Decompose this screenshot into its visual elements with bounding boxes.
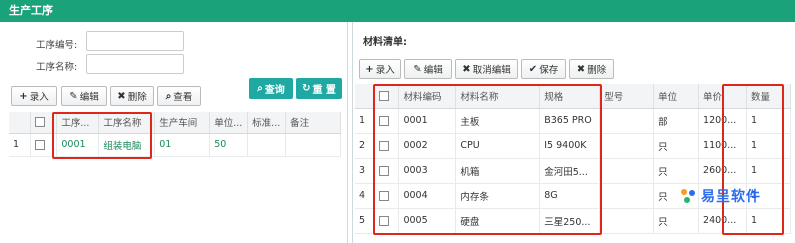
- search-icon: ⌕: [165, 90, 172, 102]
- col-unit[interactable]: 单位: [653, 84, 700, 109]
- col-material-code[interactable]: 材料编码: [398, 84, 457, 109]
- table-row[interactable]: 5 0005 硬盘 三星250... 只 2400... 1: [355, 208, 791, 234]
- watermark: 易呈软件: [679, 186, 761, 206]
- watermark-text: 易呈软件: [701, 189, 761, 205]
- table-row[interactable]: 1 0001 主板 B365 PRO 部 1200... 1: [355, 108, 791, 134]
- row-checkbox[interactable]: [379, 165, 390, 176]
- materials-panel: 材料清单: + 录入 ✎ 编辑 ✖ 取消编辑 ✔ 保存 ✖ 删除 材料编码 材料名称 规格…: [353, 22, 795, 243]
- col-spec[interactable]: 规格: [539, 84, 601, 109]
- cell-standard: [247, 133, 287, 157]
- cancel-edit-button[interactable]: ✖ 取消编辑: [455, 59, 518, 79]
- check-icon: ✔: [528, 63, 538, 75]
- reset-button[interactable]: ↻ 重 置: [296, 78, 342, 99]
- col-process-name[interactable]: 工序名称: [98, 112, 156, 134]
- table-row[interactable]: 3 0003 机箱 金河田5... 只 2600... 1: [355, 158, 791, 184]
- process-table: 工序... 工序名称 生产车间 单位... 标准... 备注 1 0001 组装…: [9, 112, 341, 157]
- edit-icon: ✎: [413, 63, 422, 75]
- select-all-checkbox[interactable]: [379, 90, 390, 101]
- plus-icon: +: [365, 63, 374, 75]
- col-qty[interactable]: 数量: [746, 84, 791, 109]
- view-button[interactable]: ⌕ 查看: [157, 86, 201, 106]
- select-all-checkbox[interactable]: [35, 117, 46, 128]
- table-row[interactable]: 2 0002 CPU I5 9400K 只 1100... 1: [355, 133, 791, 159]
- close-icon: ✖: [576, 63, 586, 75]
- save-button[interactable]: ✔ 保存: [521, 59, 566, 79]
- col-price[interactable]: 单价: [698, 84, 747, 109]
- row-checkbox[interactable]: [379, 215, 390, 226]
- process-name-input[interactable]: [86, 54, 184, 74]
- col-remark[interactable]: 备注: [285, 112, 341, 134]
- close-icon: ✖: [462, 63, 471, 75]
- process-panel: 工序编号: 工序名称: + 录入 ✎ 编辑 ✖ 删除 ⌕ 查看 ⌕ 查询 ↻ 重 置 工序.…: [0, 22, 348, 243]
- cell-workshop: 01: [154, 133, 211, 157]
- col-workshop[interactable]: 生产车间: [154, 112, 211, 134]
- close-icon: ✖: [117, 90, 126, 102]
- window-title: 生产工序: [0, 0, 795, 22]
- plus-icon: +: [19, 90, 28, 102]
- add-material-button[interactable]: + 录入: [359, 59, 401, 79]
- brand-logo-icon: [679, 187, 697, 205]
- materials-title: 材料清单:: [363, 37, 407, 48]
- refresh-icon: ↻: [302, 83, 311, 94]
- process-code-input[interactable]: [86, 31, 184, 51]
- cell-name: 组装电脑: [98, 133, 156, 157]
- process-name-label: 工序名称:: [36, 62, 78, 73]
- row-checkbox[interactable]: [379, 190, 390, 201]
- col-material-name[interactable]: 材料名称: [455, 84, 541, 109]
- query-button[interactable]: ⌕ 查询: [249, 78, 293, 99]
- process-code-label: 工序编号:: [36, 40, 78, 51]
- cell-code: 0001: [56, 133, 100, 157]
- edit-material-button[interactable]: ✎ 编辑: [404, 59, 452, 79]
- cell-unit: 50: [209, 133, 249, 157]
- add-button[interactable]: + 录入: [11, 86, 57, 106]
- edit-icon: ✎: [69, 90, 78, 102]
- col-unit[interactable]: 单位...: [209, 112, 249, 134]
- col-standard[interactable]: 标准...: [247, 112, 287, 134]
- cell-remark: [285, 133, 341, 157]
- col-model[interactable]: 型号: [599, 84, 655, 109]
- col-process-code[interactable]: 工序...: [56, 112, 100, 134]
- delete-button[interactable]: ✖ 删除: [110, 86, 154, 106]
- search-icon: ⌕: [257, 83, 263, 94]
- row-checkbox[interactable]: [35, 139, 46, 150]
- table-row[interactable]: 1 0001 组装电脑 01 50: [9, 133, 341, 157]
- edit-button[interactable]: ✎ 编辑: [61, 86, 107, 106]
- row-checkbox[interactable]: [379, 115, 390, 126]
- delete-material-button[interactable]: ✖ 删除: [569, 59, 614, 79]
- row-checkbox[interactable]: [379, 140, 390, 151]
- materials-table: 材料编码 材料名称 规格 型号 单位 单价 数量 1 0001 主板 B365 …: [355, 84, 791, 234]
